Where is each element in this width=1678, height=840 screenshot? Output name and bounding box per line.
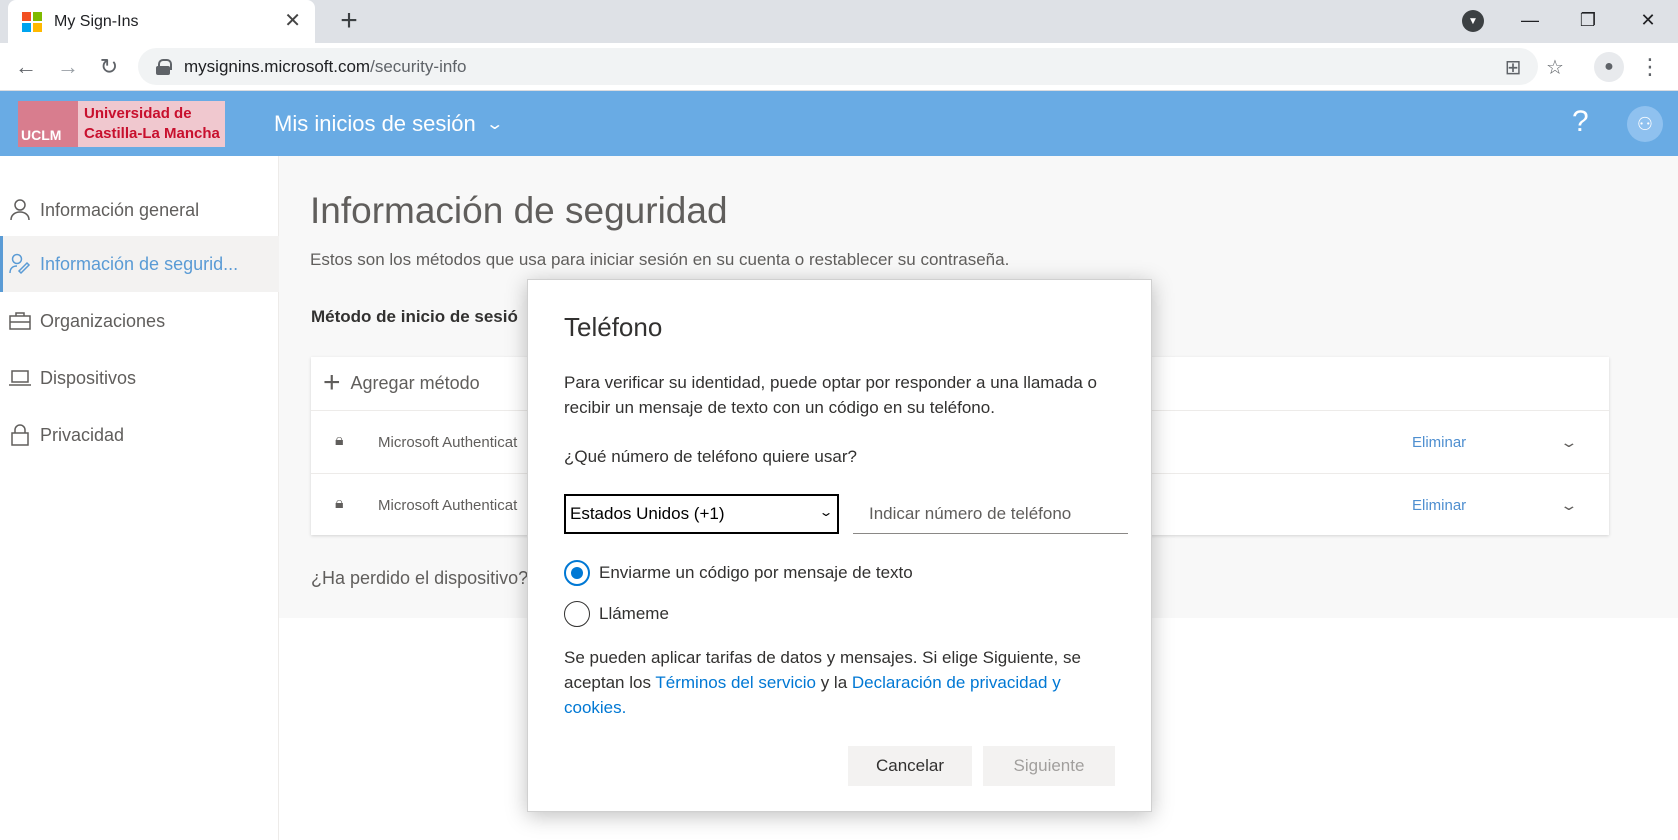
radio-circle[interactable] — [564, 601, 590, 627]
tab-search-icon[interactable]: ▼ — [1462, 10, 1484, 32]
terms-middle: y la — [815, 673, 852, 692]
terms-text: Se pueden aplicar tarifas de datos y men… — [564, 645, 1124, 720]
sidebar-item-privacy[interactable]: Privacidad — [0, 407, 279, 463]
next-button[interactable]: Siguiente — [983, 746, 1115, 786]
sidebar-item-organizations[interactable]: Organizaciones — [0, 293, 279, 349]
lock-icon[interactable] — [156, 58, 172, 75]
authenticator-lock-icon: 🔒︎ — [335, 495, 344, 512]
radio-call-me[interactable]: Llámeme — [564, 600, 924, 628]
radio-label: Enviarme un código por mensaje de texto — [599, 563, 913, 582]
phone-dialog: Teléfono Para verificar su identidad, pu… — [527, 279, 1152, 812]
page-subtitle: Estos son los métodos que usa para inici… — [310, 250, 1010, 269]
briefcase-icon — [8, 309, 32, 333]
reload-icon[interactable]: ↻ — [95, 53, 123, 81]
help-icon[interactable]: ? — [1572, 105, 1589, 139]
laptop-icon — [8, 366, 32, 390]
sidebar-item-label: Privacidad — [40, 424, 125, 445]
org-name: Universidad de Castilla-La Mancha — [78, 101, 225, 147]
menu-icon[interactable]: ⋮ — [1639, 52, 1661, 82]
plus-icon: + — [323, 366, 341, 399]
chevron-down-icon[interactable]: ⌄ — [1559, 497, 1578, 514]
sidebar: Información general Información de segur… — [0, 156, 279, 840]
dialog-description: Para verificar su identidad, puede optar… — [564, 373, 1098, 417]
sidebar-item-label: Organizaciones — [40, 310, 166, 331]
sidebar-item-devices[interactable]: Dispositivos — [0, 350, 279, 406]
delete-method-link[interactable]: Eliminar — [1412, 497, 1466, 514]
sidebar-item-overview[interactable]: Información general — [0, 182, 279, 238]
address-bar[interactable]: mysignins.microsoft.com/security-info ⊞ … — [138, 48, 1564, 85]
phone-question: ¿Qué número de teléfono quiere usar? — [564, 447, 857, 466]
app-title-menu[interactable]: Mis inicios de sesión ⌄ — [274, 111, 504, 137]
cancel-button[interactable]: Cancelar — [848, 746, 972, 786]
add-method-button[interactable]: + Agregar método — [311, 357, 480, 409]
delete-method-link[interactable]: Eliminar — [1412, 434, 1466, 451]
sidebar-item-label: Información general — [40, 199, 200, 220]
dialog-title: Teléfono — [564, 312, 663, 342]
sidebar-item-label: Información de segurid... — [40, 253, 239, 274]
method-header: Método de inicio de sesió — [311, 307, 518, 326]
chevron-down-icon: ⌄ — [485, 116, 504, 133]
terms-of-service-link[interactable]: Términos del servicio — [655, 673, 816, 692]
profile-icon[interactable]: ● — [1594, 52, 1624, 82]
org-name-line2: Castilla-La Mancha — [84, 125, 220, 142]
back-icon[interactable]: ← — [12, 53, 40, 81]
person-icon — [8, 198, 32, 222]
org-badge: UCLM — [18, 101, 78, 147]
close-window-icon[interactable]: ✕ — [1618, 0, 1678, 40]
browser-tab[interactable]: My Sign-Ins ✕ — [8, 0, 315, 43]
browser-toolbar: ← → ↻ mysignins.microsoft.com/security-i… — [0, 43, 1678, 91]
phone-number-input[interactable]: Indicar número de teléfono — [853, 494, 1128, 534]
country-select[interactable]: Estados Unidos (+1) ⌄ — [564, 494, 839, 534]
add-method-label: Agregar método — [350, 372, 480, 393]
url-path: /security-info — [370, 56, 467, 76]
lost-device-link[interactable]: ¿Ha perdido el dispositivo? — [311, 568, 528, 589]
lock-icon — [8, 423, 32, 447]
restore-icon[interactable]: ❐ — [1558, 0, 1618, 40]
sidebar-item-security-info[interactable]: Información de segurid... — [0, 236, 279, 292]
tab-title: My Sign-Ins — [54, 12, 139, 30]
new-tab-icon[interactable]: + — [334, 6, 364, 36]
country-value: Estados Unidos (+1) — [570, 504, 725, 523]
microsoft-logo-icon — [22, 11, 42, 32]
forward-icon[interactable]: → — [54, 53, 82, 81]
authenticator-lock-icon: 🔒︎ — [335, 432, 344, 449]
app-title: Mis inicios de sesión — [274, 111, 476, 136]
bookmark-star-icon[interactable]: ☆ — [1540, 52, 1570, 82]
minimize-icon[interactable]: — — [1500, 0, 1560, 40]
sidebar-item-label: Dispositivos — [40, 367, 137, 388]
chevron-down-icon: ⌄ — [818, 505, 834, 519]
url-host: mysignins.microsoft.com — [184, 56, 371, 76]
method-name: Microsoft Authenticat — [378, 433, 518, 451]
method-name: Microsoft Authenticat — [378, 496, 518, 514]
translate-icon[interactable]: ⊞ — [1498, 52, 1528, 82]
org-logo: UCLM Universidad de Castilla-La Mancha — [18, 101, 225, 147]
radio-circle[interactable] — [564, 560, 590, 586]
close-tab-icon[interactable]: ✕ — [284, 11, 301, 31]
app-header: UCLM Universidad de Castilla-La Mancha M… — [0, 91, 1678, 156]
org-name-line1: Universidad de — [84, 105, 192, 122]
chevron-down-icon[interactable]: ⌄ — [1559, 434, 1578, 451]
user-avatar-icon[interactable]: ⚇ — [1627, 106, 1663, 142]
security-info-icon — [8, 252, 32, 276]
radio-label: Llámeme — [599, 604, 669, 623]
browser-tab-bar: My Sign-Ins ✕ + ▼ — ❐ ✕ — [0, 0, 1678, 43]
page-title: Información de seguridad — [310, 190, 728, 231]
radio-text-message[interactable]: Enviarme un código por mensaje de texto — [564, 559, 924, 587]
